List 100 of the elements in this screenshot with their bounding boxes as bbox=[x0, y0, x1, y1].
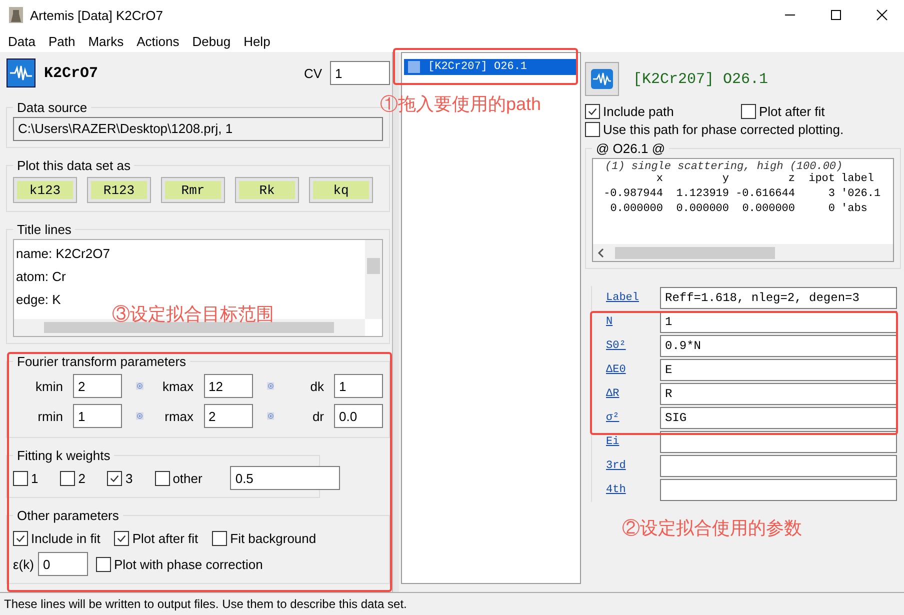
group-label: Other parameters bbox=[16, 508, 120, 523]
maximize-icon[interactable] bbox=[830, 9, 842, 21]
parameter-link[interactable]: Ei bbox=[606, 436, 646, 448]
parameter-field[interactable]: 12 bbox=[204, 374, 252, 398]
checkbox-label: Include in fit bbox=[31, 530, 100, 546]
group-label: Title lines bbox=[16, 222, 72, 237]
checkmark-icon bbox=[587, 106, 598, 117]
data-source-field[interactable]: C:\Users\RAZER\Desktop\1208.prj, 1 bbox=[13, 117, 383, 141]
title-line: edge: K bbox=[16, 291, 61, 309]
annotation-text: ②设定拟合使用的参数 bbox=[622, 517, 802, 540]
plot-button[interactable]: Rmr bbox=[161, 177, 225, 203]
menu-item[interactable]: Path bbox=[43, 34, 80, 48]
parameter-field[interactable]: SIG bbox=[660, 407, 897, 429]
parameter-field[interactable] bbox=[660, 431, 897, 453]
parameter-link[interactable]: 3rd bbox=[606, 460, 646, 472]
parameter-field[interactable]: 1 bbox=[660, 311, 897, 333]
parameter-link[interactable]: N bbox=[606, 316, 646, 328]
parameter-field[interactable]: 0.9*N bbox=[660, 335, 897, 357]
checkbox-label: Plot after fit bbox=[132, 530, 198, 546]
parameter-label: rmax bbox=[164, 408, 194, 424]
checkbox[interactable] bbox=[741, 104, 756, 119]
app-icon bbox=[8, 6, 24, 24]
checkbox[interactable] bbox=[212, 530, 228, 546]
plot-button[interactable]: k123 bbox=[13, 177, 77, 203]
path-title: [K2Cr207] O26.1 bbox=[633, 70, 768, 88]
checkbox[interactable] bbox=[13, 470, 28, 486]
table-cell-text: 0.000000 bbox=[675, 203, 729, 217]
scroll-left-icon[interactable] bbox=[597, 248, 605, 258]
waveform-icon[interactable] bbox=[6, 58, 36, 88]
menu-item[interactable]: Actions bbox=[132, 34, 184, 48]
checkbox-label: 3 bbox=[125, 470, 133, 486]
window-title: Artemis [Data] K2CrO7 bbox=[30, 8, 163, 22]
horizontal-scrollbar[interactable] bbox=[593, 244, 893, 261]
parameter-field[interactable]: 2 bbox=[73, 374, 122, 398]
table-cell-text: -0.616644 bbox=[734, 188, 795, 202]
plot-button[interactable]: Rk bbox=[235, 177, 299, 203]
plot-button[interactable]: kq bbox=[309, 177, 373, 203]
checkbox[interactable] bbox=[585, 104, 600, 119]
close-icon[interactable] bbox=[876, 9, 888, 21]
parameter-label: kmax bbox=[161, 378, 194, 394]
parameter-link[interactable]: S0² bbox=[606, 340, 646, 352]
table-cell-text: -0.987944 bbox=[602, 188, 663, 202]
menu-item[interactable]: Help bbox=[238, 34, 276, 48]
checkbox[interactable] bbox=[13, 530, 28, 546]
epsilon-label: ε(k) bbox=[13, 556, 34, 572]
table-cell-text: 0 bbox=[827, 203, 835, 217]
group-label: Fourier transform parameters bbox=[16, 354, 188, 369]
parameter-link[interactable]: ΔE0 bbox=[606, 364, 646, 376]
plot-button[interactable]: R123 bbox=[87, 177, 151, 203]
parameter-field[interactable]: 1 bbox=[73, 404, 122, 428]
table-cell-text: 0.000000 bbox=[741, 203, 795, 217]
parameter-field[interactable]: 1 bbox=[334, 374, 383, 398]
parameter-field[interactable]: 0.0 bbox=[334, 404, 383, 428]
vertical-scrollbar[interactable] bbox=[365, 240, 382, 319]
column-header: z bbox=[787, 173, 795, 187]
column-header: ipot bbox=[808, 173, 835, 187]
title-line: name: K2Cr2O7 bbox=[16, 245, 110, 263]
parameter-label: kmin bbox=[34, 378, 64, 394]
group-label: Fitting k weights bbox=[16, 448, 112, 463]
parameter-field[interactable] bbox=[660, 479, 897, 501]
checkbox[interactable] bbox=[114, 530, 130, 546]
column-header: y bbox=[721, 173, 729, 187]
title-line: atom: Cr bbox=[16, 268, 66, 286]
path-list-item[interactable]: [K2Cr207] O26.1 bbox=[404, 59, 578, 75]
checkbox-label: other bbox=[172, 470, 202, 486]
parameter-link[interactable]: σ² bbox=[606, 412, 646, 424]
cv-field[interactable]: 1 bbox=[330, 61, 390, 85]
menu-item[interactable]: Data bbox=[3, 34, 40, 48]
checkbox-label: Use this path for phase corrected plotting. bbox=[603, 122, 844, 137]
parameter-field[interactable]: 2 bbox=[204, 404, 252, 428]
checkmark-icon bbox=[116, 532, 128, 544]
epsilon-field[interactable]: 0 bbox=[38, 552, 88, 576]
checkbox-label: Plot with phase correction bbox=[114, 556, 263, 572]
parameter-field[interactable]: R bbox=[660, 383, 897, 405]
cv-label: CV bbox=[304, 66, 322, 80]
parameter-field[interactable]: Reff=1.618, nleg=2, degen=3 bbox=[660, 287, 897, 309]
checkmark-icon bbox=[15, 532, 26, 544]
parameter-link[interactable]: ΔR bbox=[606, 388, 646, 400]
parameter-link[interactable]: Label bbox=[606, 292, 646, 304]
annotation-text: ③设定拟合目标范围 bbox=[112, 303, 274, 326]
other-weight-field[interactable]: 0.5 bbox=[230, 466, 340, 490]
table-cell-text: 1.123919 bbox=[675, 188, 729, 202]
table-cell-text: 0.000000 bbox=[609, 203, 663, 217]
checkbox-label: Include path bbox=[603, 104, 674, 119]
group-label: Data source bbox=[16, 100, 88, 115]
checkbox[interactable] bbox=[585, 122, 600, 137]
table-cell-text: 3 bbox=[827, 188, 835, 202]
checkbox-label: 1 bbox=[31, 470, 38, 486]
parameter-field[interactable]: E bbox=[660, 359, 897, 381]
menu-item[interactable]: Marks bbox=[83, 34, 129, 48]
parameter-link[interactable]: 4th bbox=[606, 484, 646, 496]
parameter-field[interactable] bbox=[660, 455, 897, 477]
menu-item[interactable]: Debug bbox=[187, 34, 236, 48]
checkbox[interactable] bbox=[154, 470, 170, 486]
parameter-label: dr bbox=[311, 408, 325, 424]
checkbox[interactable] bbox=[96, 556, 111, 572]
checkmark-icon bbox=[109, 472, 120, 484]
checkbox[interactable] bbox=[107, 470, 122, 486]
table-cell-text: '026.1 bbox=[840, 188, 882, 202]
checkbox[interactable] bbox=[60, 470, 76, 486]
